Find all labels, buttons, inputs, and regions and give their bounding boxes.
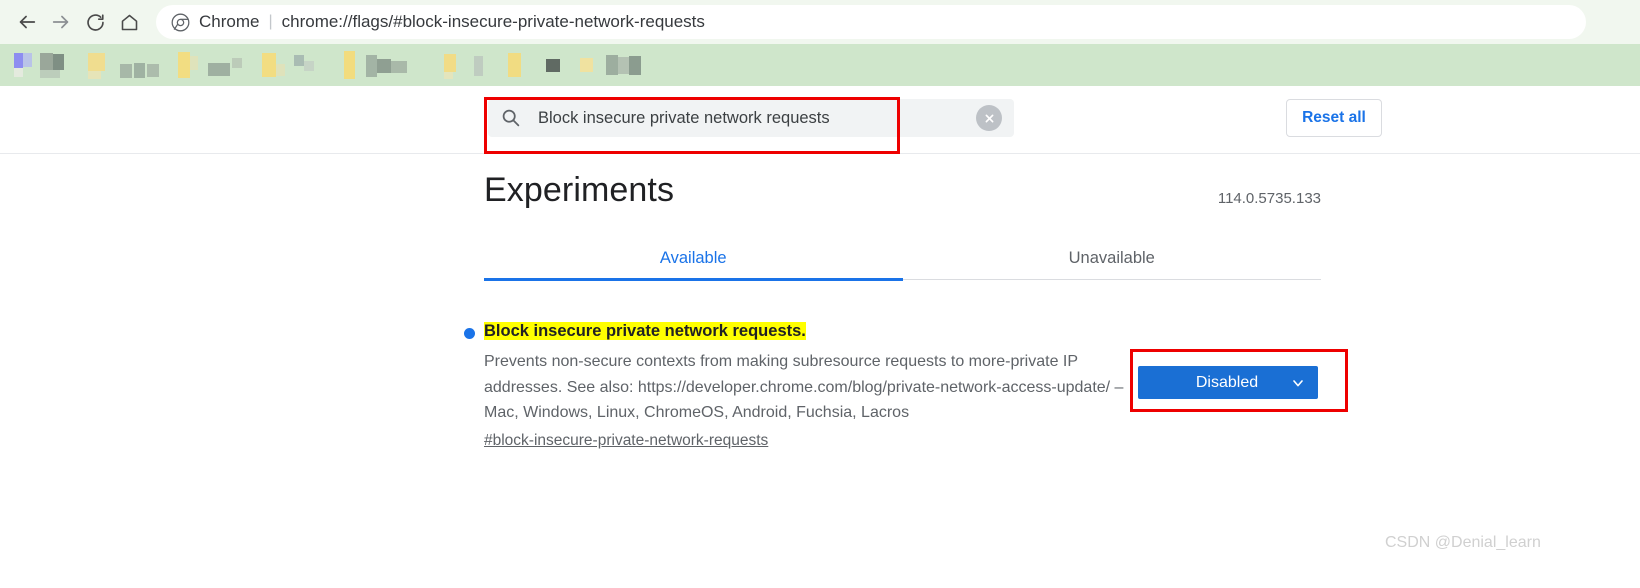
version-label: 114.0.5735.133: [1217, 190, 1321, 207]
bookmark-item[interactable]: [23, 53, 32, 67]
search-input[interactable]: [536, 99, 970, 137]
bookmark-item[interactable]: [629, 56, 641, 75]
experiment-state-value: Disabled: [1195, 373, 1259, 391]
bookmark-item[interactable]: [208, 63, 230, 76]
bookmark-item[interactable]: [391, 61, 407, 73]
bookmark-item[interactable]: [232, 58, 242, 68]
bookmark-item[interactable]: [178, 52, 190, 78]
bookmark-item[interactable]: [40, 70, 60, 78]
bookmark-item[interactable]: [377, 59, 391, 73]
bookmark-item[interactable]: [366, 55, 377, 77]
browser-window: Chrome | chrome://flags/#block-insecure-…: [0, 0, 1640, 588]
reset-all-button[interactable]: Reset all: [1286, 99, 1382, 137]
tab-available[interactable]: Available: [484, 236, 903, 281]
tab-bar: Available Unavailable: [484, 236, 1322, 281]
bookmark-item[interactable]: [120, 64, 132, 78]
bookmark-item[interactable]: [508, 53, 521, 77]
bookmarks-bar[interactable]: [0, 44, 1640, 86]
bookmark-item[interactable]: [546, 59, 560, 72]
bookmark-item[interactable]: [14, 68, 23, 77]
bookmark-item[interactable]: [134, 63, 145, 78]
omnibox-url-text: chrome://flags/#block-insecure-private-n…: [281, 12, 705, 31]
back-arrow-icon: [16, 11, 38, 33]
bookmark-item[interactable]: [88, 53, 105, 71]
bookmark-item[interactable]: [618, 57, 629, 74]
tab-available-label: Available: [659, 248, 727, 267]
tab-unavailable[interactable]: Unavailable: [903, 236, 1322, 280]
bookmark-item[interactable]: [444, 54, 456, 72]
address-bar[interactable]: Chrome | chrome://flags/#block-insecure-…: [156, 5, 1586, 39]
bookmark-item[interactable]: [294, 55, 304, 66]
home-button[interactable]: [112, 5, 146, 39]
search-icon: [500, 107, 522, 129]
home-icon: [119, 12, 140, 33]
clear-search-icon[interactable]: [976, 105, 1002, 131]
tab-unavailable-label: Unavailable: [1068, 248, 1155, 267]
bookmark-item[interactable]: [262, 53, 276, 77]
chevron-down-icon: [1290, 375, 1306, 391]
forward-arrow-icon: [50, 11, 72, 33]
experiment-description: Prevents non-secure contexts from making…: [484, 353, 1124, 421]
back-button[interactable]: [10, 5, 44, 39]
browser-toolbar: Chrome | chrome://flags/#block-insecure-…: [0, 0, 1640, 44]
bookmark-item[interactable]: [88, 71, 101, 79]
reload-icon: [85, 12, 106, 33]
bookmark-item[interactable]: [474, 56, 483, 76]
bookmark-item[interactable]: [147, 64, 159, 77]
bookmark-item[interactable]: [276, 64, 285, 76]
page-title: Experiments: [484, 171, 675, 209]
bookmark-item[interactable]: [580, 58, 593, 72]
forward-button[interactable]: [44, 5, 78, 39]
bookmark-item[interactable]: [606, 55, 618, 75]
chrome-logo-icon: [170, 12, 190, 32]
bookmark-item[interactable]: [444, 72, 453, 79]
experiment-state-select[interactable]: Disabled: [1138, 366, 1318, 399]
bookmark-item[interactable]: [344, 51, 355, 79]
bookmark-item[interactable]: [304, 61, 314, 71]
watermark: CSDN @Denial_learn: [1385, 534, 1541, 551]
blue-dot-icon: [464, 328, 475, 339]
experiment-title: Block insecure private network requests.: [484, 322, 806, 340]
omnibox-scheme-label: Chrome: [199, 12, 260, 31]
bookmark-item[interactable]: [190, 56, 198, 70]
bookmark-item[interactable]: [40, 53, 53, 70]
bookmark-item[interactable]: [53, 54, 64, 70]
reload-button[interactable]: [78, 5, 112, 39]
omnibox-separator: |: [268, 13, 273, 30]
experiment-text-block: Block insecure private network requests.…: [484, 320, 1144, 450]
experiment-permalink[interactable]: #block-insecure-private-network-requests: [484, 432, 768, 450]
reset-all-label: Reset all: [1302, 109, 1366, 126]
search-flags-container[interactable]: [488, 99, 1014, 137]
